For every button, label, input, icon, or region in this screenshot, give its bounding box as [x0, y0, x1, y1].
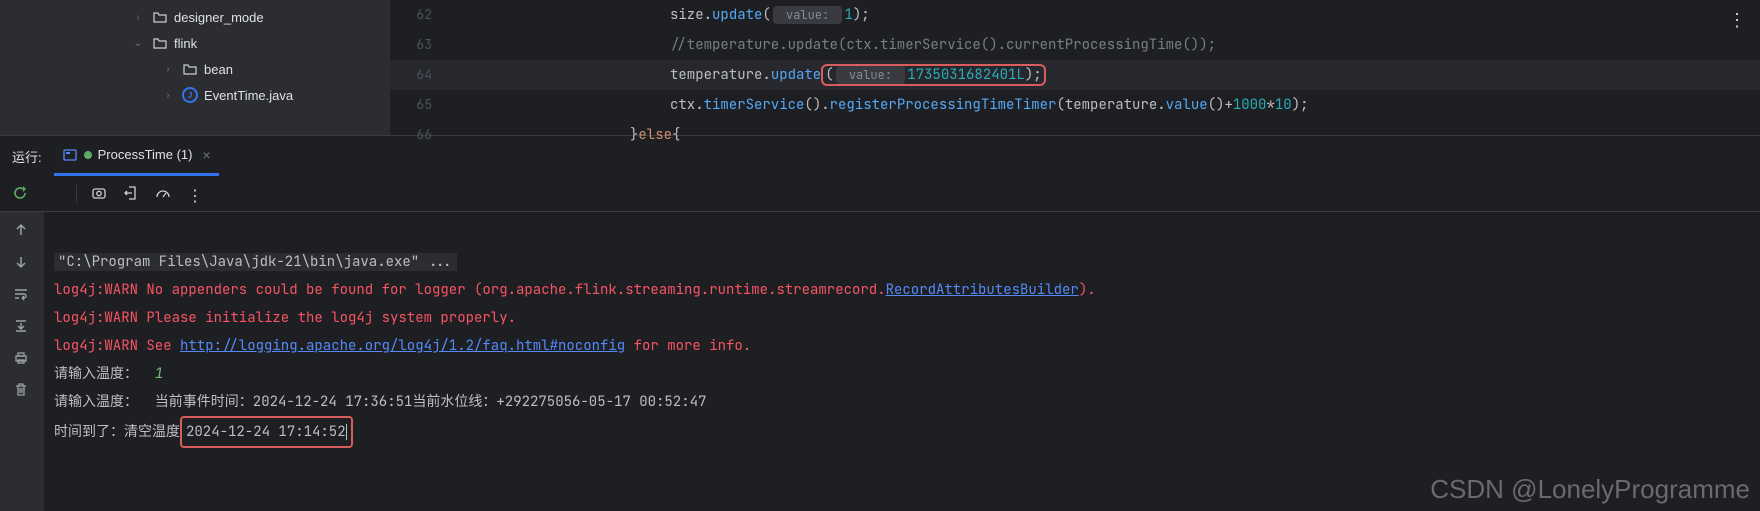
console-output[interactable]: "C:\Program Files\Java\jdk-21\bin\java.e… — [44, 212, 1760, 511]
folder-icon — [152, 35, 168, 51]
console-sidebar — [0, 212, 44, 511]
chevron-icon[interactable]: › — [160, 87, 176, 103]
tree-item[interactable]: › J EventTime.java — [0, 82, 390, 108]
editor-line[interactable]: 62size.update( value: 1); — [390, 0, 1760, 30]
editor-line[interactable]: 65ctx.timerService().registerProcessingT… — [390, 90, 1760, 120]
running-indicator-icon — [84, 151, 92, 159]
rerun-icon[interactable] — [12, 185, 30, 203]
console-warn-1: log4j:WARN No appenders could be found f… — [54, 281, 1096, 299]
line-number: 65 — [390, 90, 450, 120]
editor-line[interactable]: 66}else{ — [390, 120, 1760, 150]
profiler-icon[interactable] — [155, 185, 173, 203]
exit-icon[interactable] — [123, 185, 141, 203]
scroll-to-end-icon[interactable] — [13, 318, 31, 336]
run-tab-processtime[interactable]: ProcessTime (1) × — [54, 136, 219, 176]
tree-item-label: EventTime.java — [204, 88, 293, 103]
tree-item-label: designer_mode — [174, 10, 264, 25]
screenshot-icon[interactable] — [91, 185, 109, 203]
stop-icon[interactable] — [44, 185, 62, 203]
run-toolbar: ⋮ — [0, 176, 1760, 212]
code-content: ctx.timerService().registerProcessingTim… — [450, 90, 1309, 120]
tree-item[interactable]: ⌄ flink — [0, 30, 390, 56]
code-editor[interactable]: 62size.update( value: 1);63//temperature… — [390, 0, 1760, 135]
tree-item-label: bean — [204, 62, 233, 77]
chevron-icon[interactable]: › — [160, 61, 176, 77]
editor-line[interactable]: 64temperature.update( value: 17350316824… — [390, 60, 1760, 90]
console-line-6: 时间到了：清空温度2024-12-24 17:14:52 — [54, 423, 353, 441]
tree-item[interactable]: › designer_mode — [0, 4, 390, 30]
print-icon[interactable] — [13, 350, 31, 368]
run-label: 运行: — [12, 147, 42, 166]
more-icon[interactable]: ⋮ — [1728, 10, 1748, 31]
console-warn-3: log4j:WARN See http://logging.apache.org… — [54, 337, 751, 355]
code-content: //temperature.update(ctx.timerService().… — [450, 30, 1216, 60]
line-number: 64 — [390, 60, 450, 90]
line-number: 63 — [390, 30, 450, 60]
line-number: 66 — [390, 120, 450, 150]
more-actions-icon[interactable]: ⋮ — [187, 185, 205, 203]
code-content: }else{ — [450, 120, 680, 150]
chevron-icon[interactable]: ⌄ — [130, 35, 146, 51]
code-content: size.update( value: 1); — [450, 0, 870, 30]
soft-wrap-icon[interactable] — [13, 286, 31, 304]
console-command: "C:\Program Files\Java\jdk-21\bin\java.e… — [54, 253, 457, 271]
run-panel: 运行: ProcessTime (1) × ⋮ ⋮ — [0, 135, 1760, 511]
run-config-icon — [62, 147, 78, 163]
code-content: temperature.update( value: 1735031682401… — [450, 60, 1046, 90]
java-file-icon: J — [182, 87, 198, 103]
editor-line[interactable]: 63//temperature.update(ctx.timerService(… — [390, 30, 1760, 60]
folder-icon — [152, 9, 168, 25]
folder-icon — [182, 61, 198, 77]
down-icon[interactable] — [13, 254, 31, 272]
up-icon[interactable] — [13, 222, 31, 240]
line-number: 62 — [390, 0, 450, 30]
console-line-5: 请输入温度： 当前事件时间：2024-12-24 17:36:51当前水位线：+… — [54, 393, 706, 411]
run-tab-label: ProcessTime (1) — [98, 147, 193, 162]
console-line-4: 请输入温度： 1 — [54, 365, 163, 383]
trash-icon[interactable] — [13, 382, 31, 400]
chevron-icon[interactable]: › — [130, 9, 146, 25]
close-icon[interactable]: × — [203, 147, 211, 163]
tree-item-label: flink — [174, 36, 197, 51]
console-warn-2: log4j:WARN Please initialize the log4j s… — [54, 309, 516, 327]
tree-item[interactable]: › bean — [0, 56, 390, 82]
project-tree: › designer_mode ⌄ flink › bean › J EventTime.jav… — [0, 0, 390, 135]
